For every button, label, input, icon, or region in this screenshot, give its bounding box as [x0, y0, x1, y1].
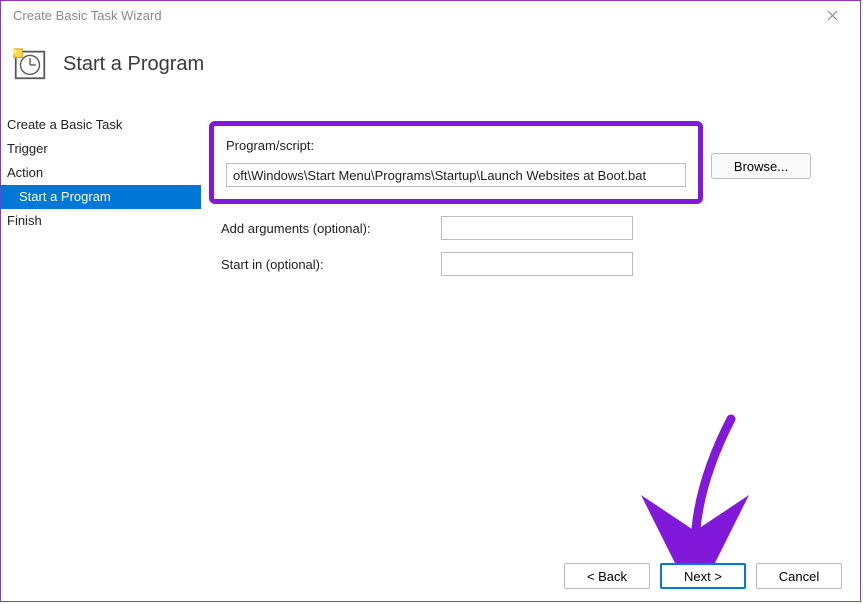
sidebar-item-finish[interactable]: Finish — [1, 209, 201, 233]
startin-input[interactable] — [441, 252, 633, 276]
wizard-sidebar: Create a Basic Task Trigger Action Start… — [1, 111, 201, 233]
cancel-button[interactable]: Cancel — [756, 563, 842, 589]
sidebar-item-trigger[interactable]: Trigger — [1, 137, 201, 161]
close-button[interactable] — [812, 1, 852, 31]
sidebar-item-create-basic-task[interactable]: Create a Basic Task — [1, 113, 201, 137]
arguments-input[interactable] — [441, 216, 633, 240]
highlight-annotation: Program/script: — [209, 121, 703, 204]
arrow-annotation-icon — [641, 409, 761, 569]
startin-label: Start in (optional): — [221, 257, 431, 272]
back-button[interactable]: < Back — [564, 563, 650, 589]
wizard-main: Program/script: Browse... Add arguments … — [201, 111, 860, 276]
task-scheduler-icon — [11, 45, 49, 83]
wizard-header: Start a Program — [1, 31, 860, 111]
wizard-window: Create Basic Task Wizard Start a Program… — [0, 0, 861, 602]
program-script-label: Program/script: — [226, 138, 686, 153]
wizard-buttons: < Back Next > Cancel — [564, 563, 842, 589]
page-title: Start a Program — [63, 53, 204, 76]
next-button[interactable]: Next > — [660, 563, 746, 589]
program-script-input[interactable] — [226, 163, 686, 187]
sidebar-item-start-a-program[interactable]: Start a Program — [1, 185, 201, 209]
titlebar-title: Create Basic Task Wizard — [9, 8, 812, 23]
browse-button[interactable]: Browse... — [711, 153, 811, 179]
arguments-label: Add arguments (optional): — [221, 221, 431, 236]
close-icon — [827, 10, 838, 21]
wizard-content: Create a Basic Task Trigger Action Start… — [1, 111, 860, 276]
titlebar: Create Basic Task Wizard — [1, 1, 860, 31]
sidebar-item-action[interactable]: Action — [1, 161, 201, 185]
